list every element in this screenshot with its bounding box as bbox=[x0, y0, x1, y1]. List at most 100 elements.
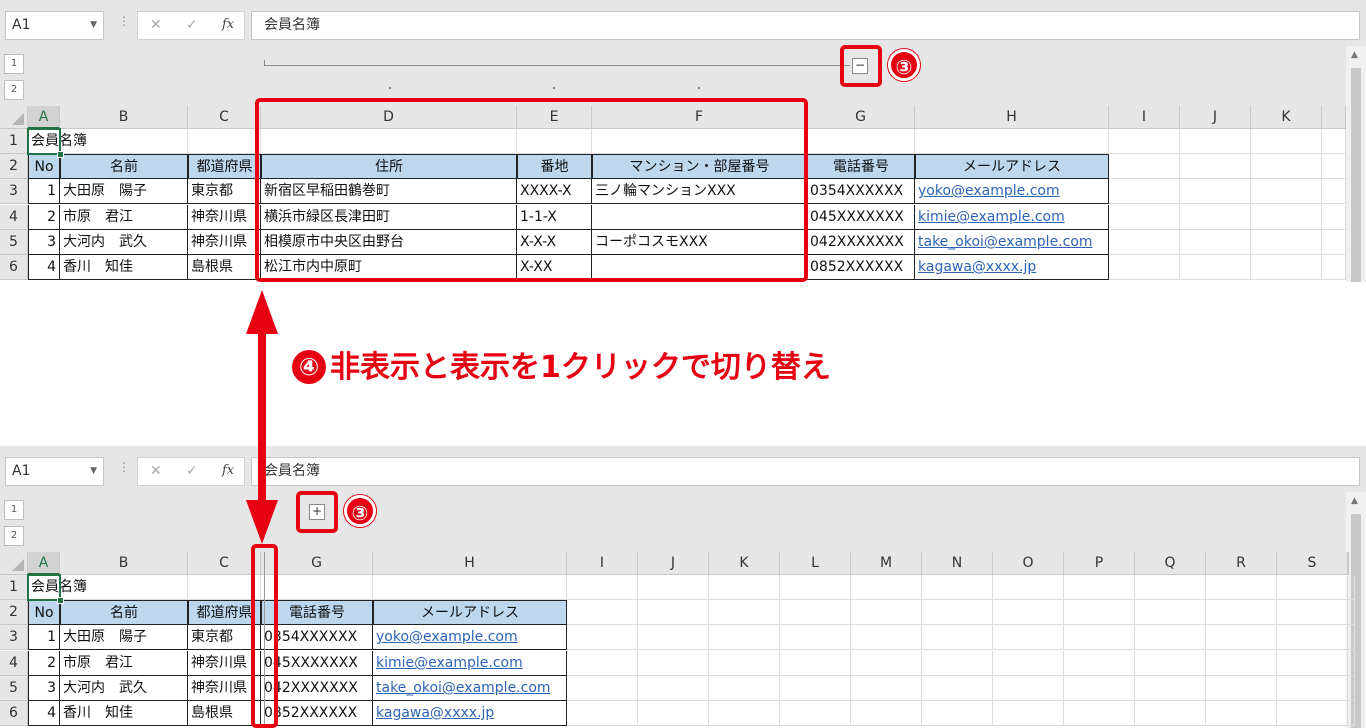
chevron-down-icon[interactable]: ▼ bbox=[90, 12, 97, 39]
cancel-icon[interactable]: ✕ bbox=[150, 463, 162, 479]
email-link[interactable]: yoko@example.com bbox=[915, 179, 1109, 204]
grid-cell[interactable] bbox=[1277, 651, 1348, 676]
grid-cell[interactable] bbox=[1277, 701, 1348, 726]
grid-cell[interactable] bbox=[709, 651, 780, 676]
outline-level-2-button[interactable]: 2 bbox=[4, 80, 24, 100]
grid-cell[interactable] bbox=[1064, 651, 1135, 676]
grid-cell[interactable] bbox=[1206, 575, 1277, 600]
grid-cell[interactable] bbox=[780, 625, 851, 650]
table-cell[interactable]: 島根県 bbox=[188, 255, 261, 280]
grid-cell[interactable] bbox=[851, 575, 922, 600]
grid-cell[interactable] bbox=[567, 701, 638, 726]
row-header-6[interactable]: 6 bbox=[0, 701, 28, 726]
row-header-1[interactable]: 1 bbox=[0, 575, 28, 600]
grid-cell[interactable] bbox=[915, 129, 1109, 154]
column-header-p[interactable]: P bbox=[1064, 552, 1135, 575]
chevron-down-icon[interactable]: ▼ bbox=[90, 458, 97, 485]
grid-cell[interactable] bbox=[1109, 129, 1180, 154]
grid-cell[interactable] bbox=[1135, 600, 1206, 625]
grid-cell[interactable] bbox=[1251, 205, 1322, 230]
row-header-4[interactable]: 4 bbox=[0, 205, 28, 230]
fill-handle[interactable] bbox=[57, 597, 64, 604]
email-link[interactable]: take_okoi@example.com bbox=[915, 230, 1109, 255]
grid-cell[interactable] bbox=[638, 600, 709, 625]
email-link[interactable]: kimie@example.com bbox=[915, 205, 1109, 230]
table-cell[interactable]: 大田原 陽子 bbox=[60, 179, 188, 204]
column-header-b[interactable]: B bbox=[60, 552, 188, 575]
grid-cell[interactable] bbox=[1064, 625, 1135, 650]
row-header-5[interactable]: 5 bbox=[0, 230, 28, 255]
grid-cell[interactable] bbox=[1348, 600, 1355, 625]
function-icon[interactable]: fx bbox=[222, 17, 234, 32]
grid-cell[interactable] bbox=[993, 676, 1064, 701]
grid-cell[interactable] bbox=[993, 651, 1064, 676]
table-header-cell[interactable]: No bbox=[28, 154, 60, 179]
grid-cell[interactable] bbox=[1109, 154, 1180, 179]
scroll-up-icon[interactable]: ▲ bbox=[1351, 50, 1358, 60]
column-header-j[interactable]: J bbox=[1180, 106, 1251, 129]
outline-level-1-button[interactable]: 1 bbox=[4, 54, 24, 74]
column-header-q[interactable]: Q bbox=[1135, 552, 1206, 575]
grid-cell[interactable] bbox=[922, 625, 993, 650]
table-cell[interactable]: 3 bbox=[28, 676, 60, 701]
row-header-2[interactable]: 2 bbox=[0, 154, 28, 179]
grid-cell[interactable] bbox=[1322, 129, 1346, 154]
table-cell[interactable]: 0354XXXXXX bbox=[807, 179, 915, 204]
enter-icon[interactable]: ✓ bbox=[186, 17, 198, 33]
column-header-s[interactable]: S bbox=[1277, 552, 1348, 575]
grid-cell[interactable] bbox=[1322, 205, 1346, 230]
email-link[interactable]: kagawa@xxxx.jp bbox=[373, 701, 567, 726]
formula-input[interactable]: 会員名簿 bbox=[251, 11, 1360, 40]
grid-cell[interactable] bbox=[1206, 600, 1277, 625]
grid-cell[interactable] bbox=[851, 701, 922, 726]
email-link[interactable]: take_okoi@example.com bbox=[373, 676, 567, 701]
table-cell[interactable]: 2 bbox=[28, 205, 60, 230]
grid-cell[interactable] bbox=[1135, 701, 1206, 726]
grid-cell[interactable] bbox=[1135, 651, 1206, 676]
grid-cell[interactable] bbox=[922, 676, 993, 701]
column-header-n[interactable]: N bbox=[922, 552, 993, 575]
grid-cell[interactable] bbox=[922, 600, 993, 625]
column-header-h[interactable]: H bbox=[373, 552, 567, 575]
grid-cell[interactable] bbox=[1322, 154, 1346, 179]
row-header-3[interactable]: 3 bbox=[0, 625, 28, 650]
grid-cell[interactable] bbox=[780, 651, 851, 676]
column-header-a[interactable]: A bbox=[28, 552, 60, 575]
grid-cell[interactable] bbox=[922, 701, 993, 726]
grid-cell[interactable] bbox=[993, 575, 1064, 600]
table-header-cell[interactable]: 名前 bbox=[60, 600, 188, 625]
grid-cell[interactable] bbox=[567, 651, 638, 676]
enter-icon[interactable]: ✓ bbox=[186, 463, 198, 479]
row-header-1[interactable]: 1 bbox=[0, 129, 28, 154]
grid-cell[interactable] bbox=[1348, 651, 1355, 676]
grid-cell[interactable] bbox=[1206, 651, 1277, 676]
grid-cell[interactable] bbox=[1109, 205, 1180, 230]
table-cell[interactable]: 大河内 武久 bbox=[60, 230, 188, 255]
column-header-k[interactable]: K bbox=[1251, 106, 1322, 129]
row-header-2[interactable]: 2 bbox=[0, 600, 28, 625]
function-icon[interactable]: fx bbox=[222, 463, 234, 478]
column-header-j[interactable]: J bbox=[638, 552, 709, 575]
column-header-m[interactable]: M bbox=[851, 552, 922, 575]
grid-cell[interactable] bbox=[1180, 205, 1251, 230]
row-header-3[interactable]: 3 bbox=[0, 179, 28, 204]
grid-cell[interactable] bbox=[922, 651, 993, 676]
outline-level-2-button[interactable]: 2 bbox=[4, 526, 24, 546]
grid-cell[interactable] bbox=[1277, 676, 1348, 701]
grid-cell[interactable] bbox=[567, 676, 638, 701]
grid-cell[interactable] bbox=[1180, 154, 1251, 179]
table-cell[interactable]: 2 bbox=[28, 651, 60, 676]
grid-cell[interactable] bbox=[1348, 676, 1355, 701]
grid-cell[interactable] bbox=[780, 701, 851, 726]
table-cell[interactable]: 香川 知佳 bbox=[60, 701, 188, 726]
grid-cell[interactable] bbox=[1109, 179, 1180, 204]
grid-cell[interactable] bbox=[1135, 625, 1206, 650]
row-header-4[interactable]: 4 bbox=[0, 651, 28, 676]
grid-cell[interactable] bbox=[851, 651, 922, 676]
grid-cell[interactable] bbox=[709, 676, 780, 701]
row-header-6[interactable]: 6 bbox=[0, 255, 28, 280]
grid-cell[interactable] bbox=[188, 129, 261, 154]
grid-cell[interactable] bbox=[851, 625, 922, 650]
grid-cell[interactable] bbox=[567, 625, 638, 650]
grid-cell[interactable] bbox=[1180, 230, 1251, 255]
